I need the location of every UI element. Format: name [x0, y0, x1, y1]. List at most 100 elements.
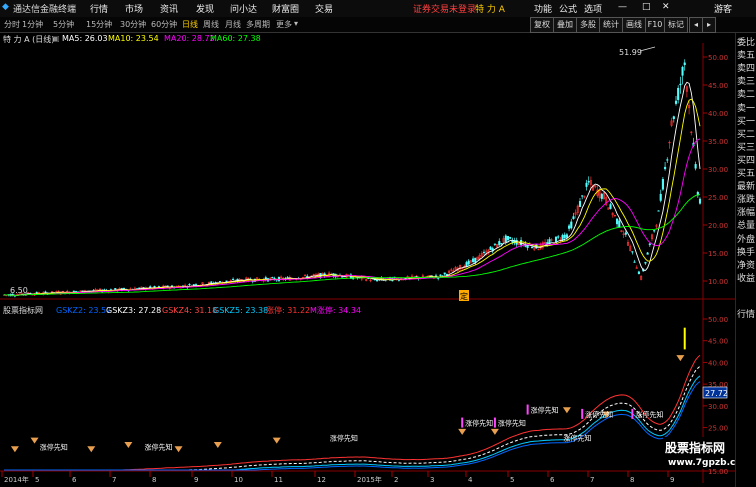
- candle: [232, 278, 235, 281]
- menu-item-wealth[interactable]: 财富圈: [272, 2, 299, 15]
- signal-arrow-icon: [87, 446, 96, 453]
- signal-arrow-icon: [272, 437, 281, 444]
- menu-item-xiaoda[interactable]: 问小达: [230, 2, 257, 15]
- f10-button[interactable]: F10: [645, 17, 665, 33]
- signal-label: 涨停先知: [585, 410, 613, 419]
- candle: [321, 272, 324, 274]
- date-tick-label: 6: [72, 476, 77, 484]
- price-tick-label: 35.00: [708, 138, 728, 146]
- date-tick-label: 5: [35, 476, 39, 484]
- menu-item-function[interactable]: 功能: [534, 2, 552, 15]
- statistics-button[interactable]: 统计: [599, 17, 623, 33]
- tab-more[interactable]: 更多: [276, 19, 292, 30]
- date-tick-label: 8: [630, 476, 634, 484]
- menu-item-formula[interactable]: 公式: [559, 2, 577, 15]
- more-chevron-icon[interactable]: ▾: [294, 19, 298, 28]
- minimize-icon[interactable]: —: [618, 2, 627, 12]
- candle: [631, 251, 634, 253]
- tab-timeshare[interactable]: 分时: [4, 19, 20, 30]
- menu-item-trade[interactable]: 交易: [315, 2, 333, 15]
- prev-icon[interactable]: ◂: [689, 17, 703, 33]
- signal-label: 涨停先知: [635, 410, 663, 419]
- restore-rights-button[interactable]: 复权: [530, 17, 554, 33]
- menu-item-quotes[interactable]: 行情: [90, 2, 108, 15]
- candle: [81, 290, 84, 292]
- candle: [474, 257, 477, 263]
- candle: [637, 271, 640, 275]
- ma5-line: [3, 81, 701, 296]
- side-panel-label: 委比: [737, 38, 756, 48]
- candle: [530, 246, 534, 249]
- signal-arrow-icon: [213, 441, 222, 448]
- side-panel-label: 卖四: [737, 64, 756, 75]
- candle: [683, 62, 686, 65]
- next-icon[interactable]: ▸: [702, 17, 716, 33]
- maximize-icon[interactable]: □: [642, 2, 651, 12]
- limit-up-value: 涨停: 31.22: [266, 305, 310, 315]
- ma20-line: [3, 138, 701, 296]
- kline-chart[interactable]: 涨停先知涨停先知涨停先知 涨停先知涨停先知涨停先知 涨停先知涨停先知 涨停先知 50.…: [0, 33, 735, 487]
- side-panel-label: 买三: [737, 142, 756, 153]
- indicator-tick-label: 25.00: [708, 425, 728, 433]
- menu-item-market[interactable]: 市场: [125, 2, 143, 15]
- signal-label: 涨停先知: [144, 442, 172, 451]
- candle: [511, 240, 514, 243]
- ma10-line: [3, 98, 701, 296]
- gskz3-value: GSKZ3: 27.28: [106, 306, 161, 315]
- candle: [624, 232, 627, 235]
- candle: [506, 236, 510, 241]
- candle: [633, 261, 636, 263]
- low-price-label: 6.50: [10, 286, 28, 295]
- tab-5min[interactable]: 5分钟: [53, 19, 74, 30]
- price-tick-label: 20.00: [708, 222, 728, 230]
- gskz2-value: GSKZ2: 23.57: [56, 306, 111, 315]
- candle: [600, 193, 603, 199]
- candle: [500, 243, 503, 245]
- multi-stock-button[interactable]: 多股: [576, 17, 600, 33]
- ma60-line: [3, 194, 701, 296]
- side-panel-label: 买四: [737, 155, 756, 166]
- signal-arrow-icon: [562, 407, 571, 414]
- marker-label: 定: [460, 291, 468, 301]
- tab-monthly[interactable]: 月线: [225, 19, 241, 30]
- guest-label[interactable]: 游客: [714, 2, 732, 15]
- tab-30min[interactable]: 30分钟: [120, 19, 146, 30]
- signal-arrow-icon: [490, 428, 499, 435]
- tab-daily[interactable]: 日线: [182, 19, 198, 30]
- close-icon[interactable]: ✕: [662, 2, 670, 12]
- tab-15min[interactable]: 15分钟: [86, 19, 112, 30]
- candle: [646, 252, 649, 255]
- gskz5-value: GSKZ5: 23.38: [213, 306, 268, 315]
- side-panel-label: 最新: [737, 182, 756, 193]
- tab-weekly[interactable]: 周线: [203, 19, 219, 30]
- draw-line-button[interactable]: 画线: [622, 17, 646, 33]
- tab-60min[interactable]: 60分钟: [151, 19, 177, 30]
- overlay-button[interactable]: 叠加: [553, 17, 577, 33]
- candle: [568, 225, 571, 229]
- tab-multi-period[interactable]: 多周期: [246, 19, 270, 30]
- candle: [489, 246, 492, 250]
- candle: [661, 179, 664, 190]
- tab-1min[interactable]: 1分钟: [22, 19, 43, 30]
- side-panel-label: 涨幅: [737, 208, 756, 219]
- signal-label: 涨停先知: [330, 434, 358, 443]
- signal-label: 涨停先知: [498, 419, 526, 428]
- menu-item-news[interactable]: 资讯: [160, 2, 178, 15]
- candle: [570, 221, 573, 229]
- date-tick-label: 8: [152, 476, 156, 484]
- candle: [439, 274, 442, 276]
- price-tick-label: 50.00: [708, 54, 728, 62]
- date-tick-label: 12: [317, 476, 326, 484]
- candle: [509, 237, 512, 239]
- app-title: 通达信金融终端: [13, 5, 77, 15]
- candle: [609, 204, 612, 209]
- date-tick-label: 2: [394, 476, 398, 484]
- menu-item-discover[interactable]: 发现: [196, 2, 214, 15]
- login-notice[interactable]: 证券交易未登录: [413, 2, 476, 15]
- price-tick-label: 30.00: [708, 166, 728, 174]
- indicator-tick-label: 40.00: [708, 359, 728, 367]
- menu-item-options[interactable]: 选项: [584, 2, 602, 15]
- gskz5-line: [4, 375, 701, 471]
- side-panel-label: 涨跌: [737, 195, 756, 206]
- mark-button[interactable]: 标记: [664, 17, 688, 33]
